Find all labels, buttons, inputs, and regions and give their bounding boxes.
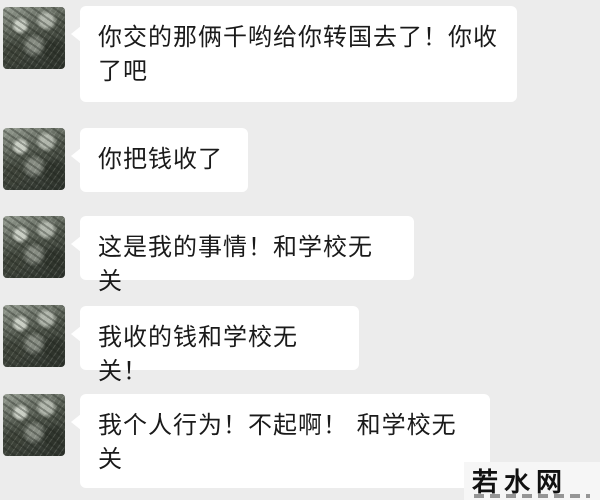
avatar[interactable] xyxy=(3,394,65,456)
message-bubble[interactable]: 这是我的事情！和学校无关 xyxy=(71,216,414,295)
avatar[interactable] xyxy=(3,7,65,69)
watermark-logo: 若水网 xyxy=(464,462,600,500)
message-bubble[interactable]: 我收的钱和学校无关！ xyxy=(71,306,359,385)
message-text: 我个人行为！不起啊！ 和学校无关 xyxy=(98,411,457,473)
watermark-underline xyxy=(474,494,590,498)
avatar[interactable] xyxy=(3,305,65,367)
message-text: 你把钱收了 xyxy=(98,145,223,173)
message-bubble[interactable]: 你交的那俩千哟给你转国去了！你收了吧 xyxy=(71,6,517,102)
message-bubble[interactable]: 你把钱收了 xyxy=(71,128,248,192)
message-text: 我收的钱和学校无关！ xyxy=(98,323,298,385)
message-text: 这是我的事情！和学校无关 xyxy=(98,233,373,295)
avatar[interactable] xyxy=(3,128,65,190)
message-bubble[interactable]: 我个人行为！不起啊！ 和学校无关 xyxy=(71,394,490,488)
message-text: 你交的那俩千哟给你转国去了！你收了吧 xyxy=(98,23,498,85)
avatar[interactable] xyxy=(3,216,65,278)
